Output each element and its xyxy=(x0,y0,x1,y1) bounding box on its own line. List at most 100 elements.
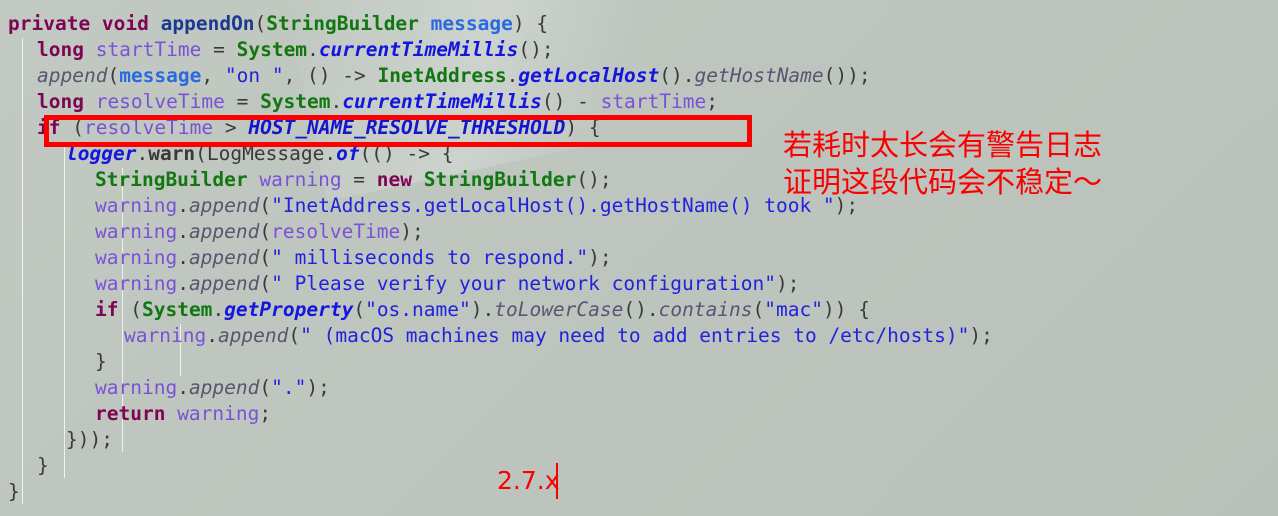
code-line[interactable]: long resolveTime = System.currentTimeMil… xyxy=(37,89,718,115)
code-token: ( xyxy=(259,194,272,217)
code-line[interactable]: warning.append(" Please verify your netw… xyxy=(95,271,799,297)
code-line[interactable]: } xyxy=(37,453,49,479)
code-token: . xyxy=(136,142,149,165)
code-token: ); xyxy=(306,376,330,399)
code-token: ( xyxy=(259,246,272,269)
code-token: currentTimeMillis xyxy=(318,38,519,61)
code-token: System xyxy=(260,90,331,113)
code-line[interactable]: private void appendOn(StringBuilder mess… xyxy=(8,11,548,37)
code-line[interactable]: append(message, "on ", () -> InetAddress… xyxy=(37,63,871,89)
code-line[interactable]: } xyxy=(95,349,107,375)
code-token: " milliseconds to respond." xyxy=(271,246,589,269)
code-token: } xyxy=(37,454,49,477)
code-token: (). xyxy=(659,64,695,87)
code-token: warning xyxy=(124,324,207,347)
code-token: append xyxy=(188,194,260,217)
code-token: "." xyxy=(271,376,307,399)
code-token: new xyxy=(376,168,424,191)
code-token: . xyxy=(177,376,189,399)
code-token: append xyxy=(188,220,260,243)
annotation-note-1: 若耗时太长会有警告日志 xyxy=(783,128,1103,162)
code-token: = xyxy=(201,38,237,61)
code-token: message xyxy=(119,64,202,87)
code-token: , () -> xyxy=(283,64,378,87)
code-token: )) { xyxy=(822,298,870,321)
code-token: . xyxy=(206,324,218,347)
code-token: "InetAddress.getLocalHost().getHostName(… xyxy=(271,194,835,217)
code-token: ( xyxy=(254,12,267,35)
code-token: System xyxy=(236,38,308,61)
code-token: (); xyxy=(576,168,612,191)
code-token: long xyxy=(37,90,96,113)
code-token: ); xyxy=(775,272,800,295)
code-token: () - xyxy=(541,90,601,113)
code-token: warning xyxy=(95,220,178,243)
code-token: resolveTime xyxy=(271,220,401,243)
code-line[interactable]: warning.append("InetAddress.getLocalHost… xyxy=(95,193,858,219)
code-line[interactable]: logger.warn(LogMessage.of(() -> { xyxy=(66,141,453,167)
code-token: warning xyxy=(95,272,178,295)
code-token: if xyxy=(37,116,73,139)
code-token: ; xyxy=(706,90,718,113)
code-token: ) { xyxy=(512,12,549,35)
code-token: toLowerCase xyxy=(494,298,624,321)
code-token: ( xyxy=(130,298,142,321)
code-token: InetAddress xyxy=(377,64,507,87)
code-token: ( xyxy=(259,376,272,399)
code-token: , xyxy=(201,64,225,87)
code-token: "os.name" xyxy=(365,298,471,321)
code-token: (() -> { xyxy=(359,142,454,165)
code-token: warning xyxy=(95,194,178,217)
code-token: = xyxy=(224,90,261,113)
code-line[interactable]: } xyxy=(8,479,20,505)
code-line[interactable]: if (resolveTime > HOST_NAME_RESOLVE_THRE… xyxy=(37,115,601,141)
code-token: startTime xyxy=(95,38,202,61)
code-token: contains xyxy=(658,298,753,321)
code-token: resolveTime xyxy=(83,116,214,139)
code-line[interactable]: warning.append(" (macOS machines may nee… xyxy=(124,323,993,349)
code-token: append xyxy=(188,376,260,399)
code-token: System xyxy=(141,298,213,321)
code-line[interactable]: long startTime = System.currentTimeMilli… xyxy=(37,37,554,63)
code-token: ) { xyxy=(565,116,601,139)
code-line[interactable]: })); xyxy=(66,427,113,453)
code-token: warning xyxy=(95,376,178,399)
code-token: ( xyxy=(107,64,120,87)
code-line[interactable]: warning.append("."); xyxy=(95,375,330,401)
code-screenshot: private void appendOn(StringBuilder mess… xyxy=(0,0,1278,516)
code-token: . xyxy=(506,64,519,87)
code-token: })); xyxy=(66,428,113,451)
code-token: HOST_NAME_RESOLVE_THRESHOLD xyxy=(248,116,566,139)
code-token: if xyxy=(95,298,131,321)
code-token: ); xyxy=(969,324,993,347)
code-token: StringBuilder xyxy=(423,168,577,191)
code-token: startTime xyxy=(600,90,707,113)
code-token: StringBuilder xyxy=(95,168,260,191)
code-token: append xyxy=(188,246,260,269)
code-token: . xyxy=(307,38,319,61)
code-editor-content[interactable]: private void appendOn(StringBuilder mess… xyxy=(0,0,1278,516)
code-token: StringBuilder xyxy=(266,12,431,35)
code-token: " Please verify your network configurati… xyxy=(271,272,776,295)
code-line[interactable]: StringBuilder warning = new StringBuilde… xyxy=(95,167,612,193)
code-token: warning xyxy=(259,168,342,191)
code-line[interactable]: warning.append(" milliseconds to respond… xyxy=(95,245,612,271)
version-annotation: 2.7.x xyxy=(497,466,560,495)
code-token: . xyxy=(177,220,189,243)
code-token: "mac" xyxy=(764,298,823,321)
code-token: ()); xyxy=(823,64,871,87)
code-token: append xyxy=(217,324,289,347)
code-token: ( xyxy=(259,220,272,243)
code-token: append xyxy=(188,272,260,295)
code-token: (); xyxy=(518,38,554,61)
code-token: . xyxy=(177,246,189,269)
code-line[interactable]: return warning; xyxy=(95,401,271,427)
code-token: ( xyxy=(259,272,272,295)
code-token: ( xyxy=(72,116,84,139)
code-token: ); xyxy=(400,220,424,243)
code-token: ; xyxy=(259,402,272,425)
code-line[interactable]: warning.append(resolveTime); xyxy=(95,219,424,245)
code-token: logger xyxy=(66,142,137,165)
code-token: " (macOS machines may need to add entrie… xyxy=(300,324,970,347)
code-line[interactable]: if (System.getProperty("os.name").toLowe… xyxy=(95,297,870,323)
